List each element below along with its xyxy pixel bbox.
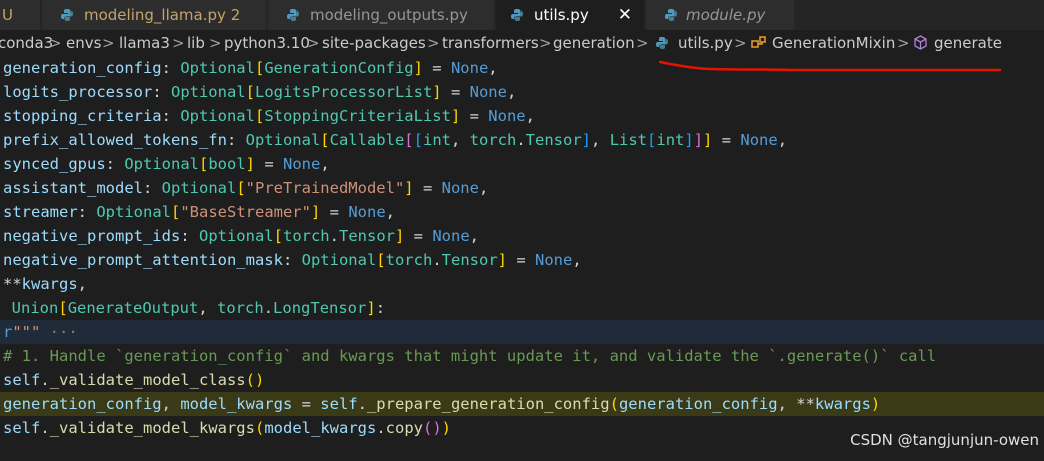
code-line[interactable]: synced_gpus: Optional[bool] = None,	[0, 152, 1044, 176]
code-line[interactable]: generation_config: Optional[GenerationCo…	[0, 56, 1044, 80]
code-line[interactable]: assistant_model: Optional["PreTrainedMod…	[0, 176, 1044, 200]
comment-line[interactable]: # 1. Handle `generation_config` and kwar…	[0, 344, 1044, 368]
code-line[interactable]: negative_prompt_ids: Optional[torch.Tens…	[0, 224, 1044, 248]
code-line[interactable]: **kwargs,	[0, 272, 1044, 296]
code-line[interactable]: stopping_criteria: Optional[StoppingCrit…	[0, 104, 1044, 128]
code-line[interactable]: streamer: Optional["BaseStreamer"] = Non…	[0, 200, 1044, 224]
code-line[interactable]: self._validate_model_class()	[0, 368, 1044, 392]
code-line[interactable]: negative_prompt_attention_mask: Optional…	[0, 248, 1044, 272]
code-line[interactable]: prefix_allowed_tokens_fn: Optional[Calla…	[0, 128, 1044, 152]
code-line[interactable]: : Union[GenerateOutput, torch.LongTensor…	[0, 296, 1044, 320]
watermark: CSDN @tangjunjun-owen	[850, 431, 1039, 449]
code-line[interactable]: logits_processor: Optional[LogitsProcess…	[0, 80, 1044, 104]
code-editor[interactable]: generation_config: Optional[GenerationCo…	[0, 56, 1044, 461]
folded-docstring-line[interactable]: r""" ···	[0, 320, 1044, 344]
current-line-highlight[interactable]: generation_config, model_kwargs = self._…	[0, 392, 1044, 416]
